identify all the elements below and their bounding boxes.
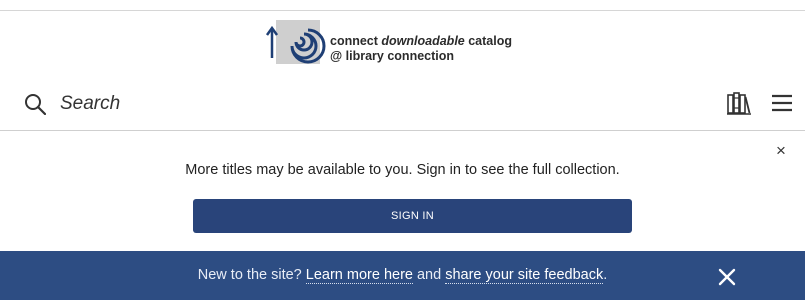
- logo-text-connect: connect: [330, 34, 382, 48]
- search-trigger[interactable]: Search: [24, 90, 120, 118]
- search-icon: [25, 94, 46, 115]
- close-icon[interactable]: [718, 268, 736, 286]
- spiral-logo-icon: [265, 20, 326, 64]
- banner-text-intro: New to the site?: [197, 267, 306, 283]
- top-divider: [0, 10, 805, 11]
- logo-text-downloadable: downloadable: [381, 34, 465, 48]
- banner-text-period: .: [603, 267, 608, 283]
- signin-prompt-message: More titles may be available to you. Sig…: [185, 162, 620, 178]
- site-feedback-link[interactable]: share your site feedback: [445, 267, 604, 284]
- banner-message: New to the site? Learn more here and sha…: [0, 267, 805, 284]
- feedback-banner: New to the site? Learn more here and sha…: [0, 251, 805, 300]
- learn-more-link[interactable]: Learn more here: [305, 267, 413, 284]
- logo-title: connect downloadable catalog: [330, 34, 512, 48]
- logo-text-catalog: catalog: [464, 34, 512, 48]
- books-icon[interactable]: [726, 90, 752, 116]
- prompt-close-button[interactable]: ×: [776, 142, 786, 159]
- banner-text-and: and: [412, 267, 446, 283]
- site-logo[interactable]: connect downloadable catalog @ library c…: [262, 18, 582, 70]
- logo-subtitle: @ library connection: [330, 49, 455, 63]
- hamburger-menu-icon[interactable]: [770, 91, 794, 115]
- sign-in-button[interactable]: SIGN IN: [193, 199, 632, 233]
- header-divider: [0, 130, 805, 131]
- search-placeholder: Search: [60, 93, 121, 114]
